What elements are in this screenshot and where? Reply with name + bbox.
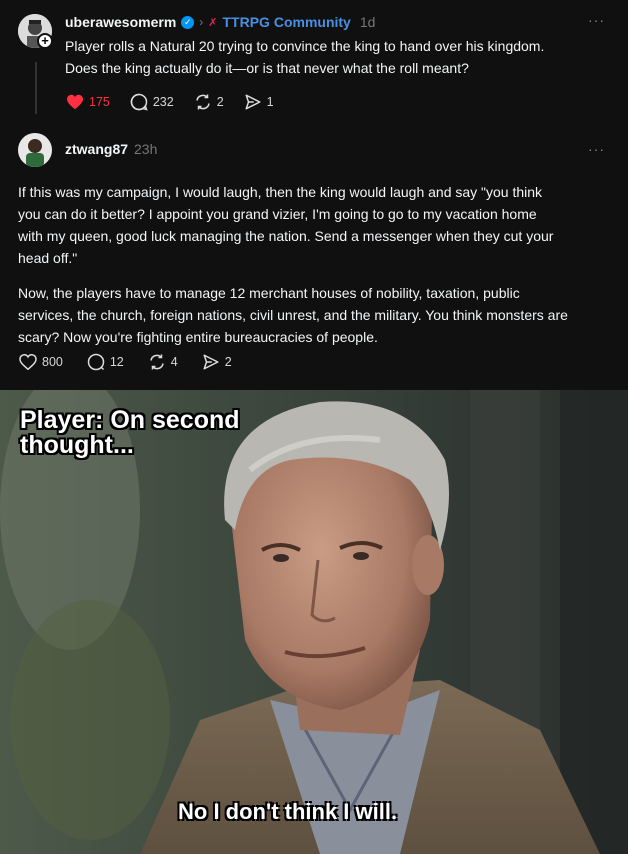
meme-caption-bottom: No I don't think I will. — [178, 799, 398, 824]
reply-text-line: Now, the players have to manage 12 merch… — [18, 285, 520, 301]
share-icon — [202, 353, 220, 371]
share-icon — [244, 93, 262, 111]
comment-icon — [130, 93, 148, 111]
like-button[interactable]: 175 — [66, 94, 110, 110]
share-count: 2 — [224, 355, 232, 369]
reply-body: If this was my campaign, I would laugh, … — [18, 181, 618, 348]
comment-button[interactable]: 12 — [87, 353, 124, 371]
repost-count: 2 — [216, 95, 224, 109]
chevron-right-icon: › — [199, 15, 204, 29]
like-count: 175 — [89, 95, 110, 109]
reply-username[interactable]: ztwang87 — [65, 141, 128, 157]
comment-button[interactable]: 232 — [130, 93, 174, 111]
meme-caption-top: Player: On second thought... — [20, 408, 240, 458]
comment-icon — [87, 353, 105, 371]
post-body: Player rolls a Natural 20 trying to conv… — [65, 35, 605, 79]
reply-text-line: head off." — [18, 250, 78, 266]
reply-paragraph-2: Now, the players have to manage 12 merch… — [18, 282, 618, 348]
meme-image[interactable] — [0, 390, 628, 854]
repost-count: 4 — [170, 355, 178, 369]
community-icon: ✗ — [208, 16, 218, 29]
share-button[interactable]: 2 — [202, 353, 232, 371]
post-username[interactable]: uberawesomerm — [65, 14, 176, 30]
post-time: 1d — [359, 14, 376, 30]
reply-text-line: services, the church, foreign nations, c… — [18, 307, 568, 323]
like-count: 800 — [42, 355, 63, 369]
verified-icon: ✓ — [181, 15, 195, 29]
share-count: 1 — [266, 95, 274, 109]
reply-paragraph-1: If this was my campaign, I would laugh, … — [18, 181, 618, 269]
reply-text-line: with my queen, good luck managing the na… — [18, 228, 554, 244]
comment-count: 12 — [109, 355, 124, 369]
repost-icon — [148, 353, 166, 371]
post-actions: 175 232 2 1 — [66, 92, 274, 112]
reply-text-line: you can do it better? I appoint you gran… — [18, 206, 537, 222]
more-icon[interactable]: ··· — [588, 141, 605, 157]
follow-plus-icon[interactable]: + — [37, 33, 53, 49]
caption-top-line: Player: On second — [20, 406, 240, 434]
post-header: uberawesomerm ✓ › ✗ TTRPG Community 1d — [65, 13, 375, 31]
repost-icon — [194, 93, 212, 111]
comment-count: 232 — [152, 95, 174, 109]
community-link[interactable]: TTRPG Community — [223, 14, 351, 30]
reply-header: ztwang87 23h — [65, 141, 157, 157]
heart-icon — [19, 354, 37, 370]
reply-text-line: If this was my campaign, I would laugh, … — [18, 184, 543, 200]
post-text-line: Player rolls a Natural 20 trying to conv… — [65, 38, 545, 54]
like-button[interactable]: 800 — [19, 354, 63, 370]
meme-illustration — [0, 390, 628, 854]
repost-button[interactable]: 4 — [148, 353, 178, 371]
reply-actions: 800 12 4 2 — [19, 352, 232, 372]
reply-text-line: scary? Now you're fighting entire bureau… — [18, 329, 378, 345]
share-button[interactable]: 1 — [244, 93, 274, 111]
more-icon[interactable]: ··· — [588, 12, 605, 28]
thread-line — [35, 62, 37, 114]
caption-top-line: thought... — [20, 431, 134, 459]
heart-icon — [66, 94, 84, 110]
repost-button[interactable]: 2 — [194, 93, 224, 111]
post-text-line: Does the king actually do it—or is that … — [65, 60, 469, 76]
avatar[interactable] — [18, 133, 52, 167]
reply-time: 23h — [134, 141, 158, 157]
